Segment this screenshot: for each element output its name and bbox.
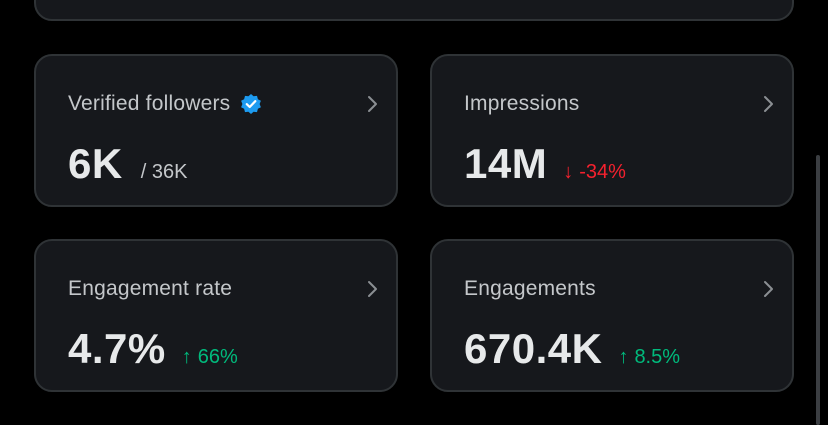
engagement-rate-label: Engagement rate [68,277,233,300]
engagement-rate-change-text: 66% [197,346,238,368]
engagements-value: 670.4K [464,325,603,372]
chevron-right-icon [368,96,377,112]
impressions-change-text: -34% [579,161,626,183]
card-title: Verified followers [68,92,262,116]
chevron-right-icon [764,96,773,112]
impressions-card[interactable]: Impressions 14M ↓ -34% [430,54,794,207]
engagement-rate-change: ↑ 66% [182,346,238,369]
verified-badge-icon [240,93,262,115]
verified-followers-label: Verified followers [68,92,231,115]
arrow-up-icon: ↑ [181,346,192,368]
engagements-change: ↑ 8.5% [618,346,680,369]
engagements-change-text: 8.5% [634,346,681,368]
card-title: Engagement rate [68,277,232,301]
value-row: 4.7% ↑ 66% [68,325,238,373]
value-row: 6K / 36K [68,140,187,188]
engagement-rate-value: 4.7% [68,325,166,372]
total-followers: / 36K [140,161,188,183]
card-title: Impressions [464,92,579,116]
chevron-right-icon [764,281,773,297]
engagements-label: Engagements [464,277,596,300]
impressions-value: 14M [464,140,548,187]
impressions-label: Impressions [464,92,580,115]
arrow-up-icon: ↑ [618,346,629,368]
verified-followers-value: 6K [68,140,123,187]
verified-followers-card[interactable]: Verified followers 6K / 36K [34,54,398,207]
impressions-change: ↓ -34% [563,161,626,184]
card-title: Engagements [464,277,596,301]
chevron-right-icon [368,281,377,297]
arrow-down-icon: ↓ [563,161,574,183]
engagements-card[interactable]: Engagements 670.4K ↑ 8.5% [430,239,794,392]
value-row: 14M ↓ -34% [464,140,626,188]
previous-card[interactable] [34,0,794,21]
value-row: 670.4K ↑ 8.5% [464,325,680,373]
engagement-rate-card[interactable]: Engagement rate 4.7% ↑ 66% [34,239,398,392]
scrollbar[interactable] [816,155,820,425]
